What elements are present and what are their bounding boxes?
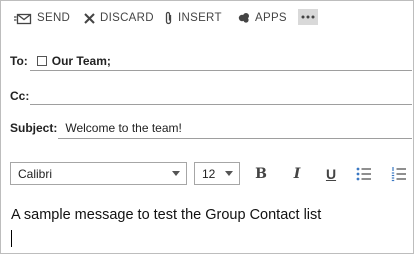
to-field[interactable]: To: Our Team; [10,52,111,70]
font-size-value: 12 [202,166,216,181]
bullet-list-button[interactable] [354,164,374,184]
chevron-down-icon [225,171,233,176]
font-size-select[interactable]: 12 [194,162,240,185]
to-label: To: [10,54,28,68]
bullet-list-icon [356,167,371,181]
numbered-list-button[interactable] [389,164,409,184]
more-options-button[interactable] [298,9,318,25]
ellipsis-icon [301,15,315,19]
subject-field[interactable]: Subject: Welcome to the team! [10,119,182,137]
send-icon [14,13,32,24]
bold-button[interactable]: B [251,164,271,184]
subject-input[interactable]: Welcome to the team! [65,121,182,135]
insert-label: INSERT [178,12,222,24]
numbered-list-icon [391,167,406,182]
cc-field[interactable]: Cc: [10,87,29,105]
apps-label: APPS [255,12,287,24]
apps-button[interactable]: APPS [238,10,287,26]
send-button[interactable]: SEND [14,10,70,26]
cc-underline [30,104,412,105]
discard-label: DISCARD [100,12,154,24]
font-family-value: Calibri [18,166,53,181]
font-family-select[interactable]: Calibri [10,162,187,185]
italic-button[interactable]: I [287,164,307,184]
close-icon [84,12,95,24]
message-body[interactable]: A sample message to test the Group Conta… [11,207,321,223]
apps-icon [238,13,249,23]
text-cursor [11,230,12,247]
insert-button[interactable]: INSERT [164,10,222,26]
compose-toolbar: SEND DISCARD INSERT APPS [0,0,414,36]
subject-label: Subject: [10,121,58,135]
to-underline [30,70,412,71]
recipient-checkbox[interactable] [36,56,47,66]
subject-underline [58,138,412,139]
to-recipient[interactable]: Our Team; [52,54,111,68]
paperclip-icon [165,11,172,25]
cc-label: Cc: [10,89,30,103]
underline-button[interactable]: U [321,164,341,184]
chevron-down-icon [172,171,180,176]
send-label: SEND [37,12,71,24]
discard-button[interactable]: DISCARD [84,10,154,26]
